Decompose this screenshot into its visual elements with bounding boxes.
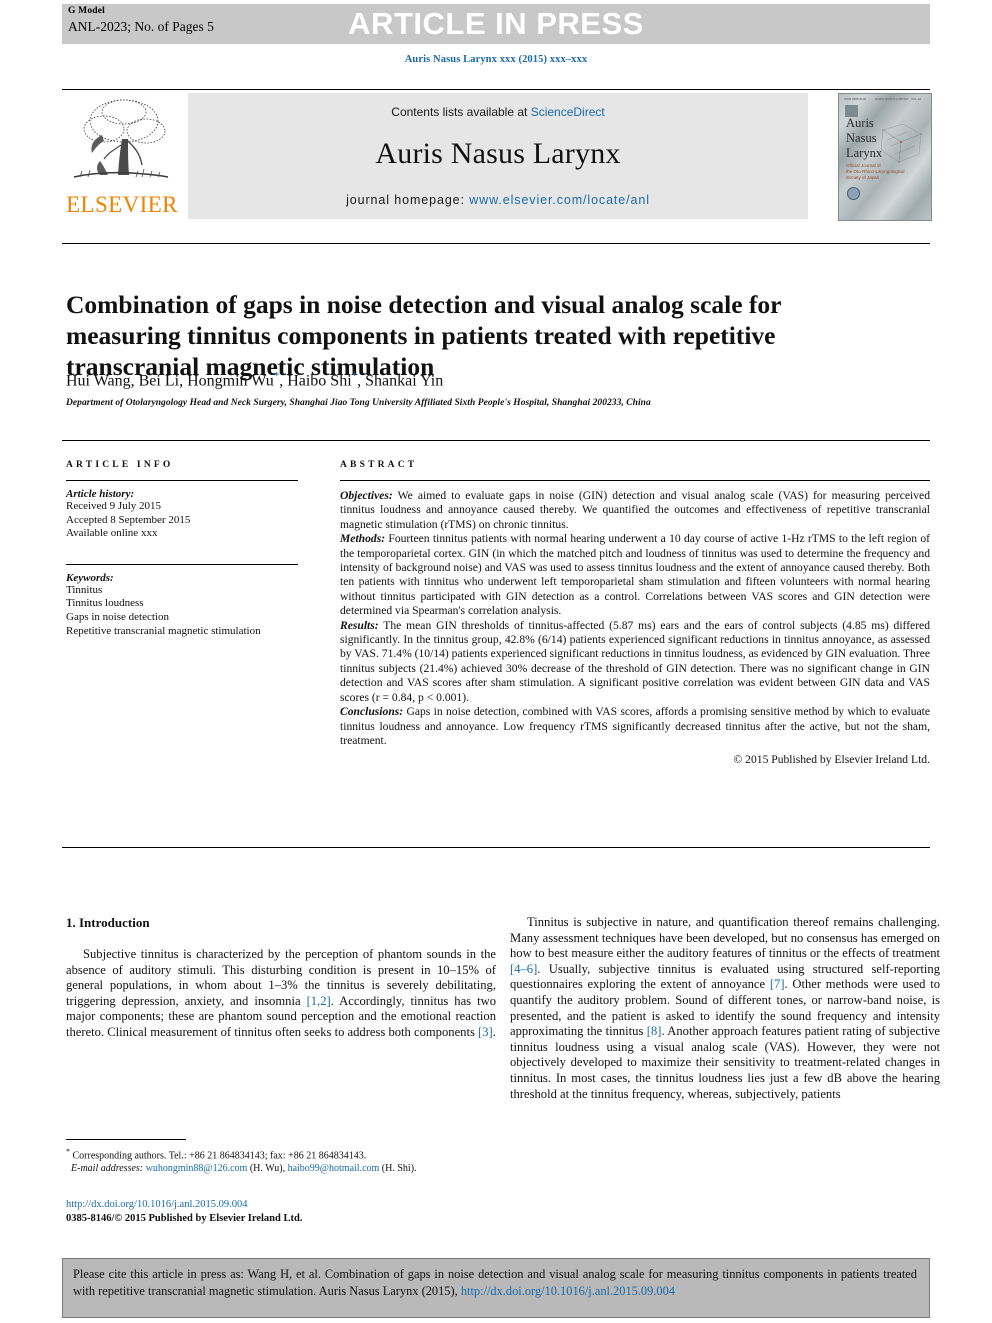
- journal-homepage-line: journal homepage: www.elsevier.com/locat…: [188, 193, 808, 207]
- keyword-item: Gaps in noise detection: [66, 610, 169, 623]
- keywords-label: Keywords:: [66, 571, 114, 584]
- article-info-divider-1: [66, 480, 298, 481]
- keyword-item: Tinnitus loudness: [66, 597, 144, 610]
- elsevier-logo: ELSEVIER: [62, 93, 180, 219]
- affiliation: Department of Otolaryngology Head and Ne…: [66, 398, 651, 408]
- abstract-conclusions-label: Conclusions:: [340, 705, 404, 719]
- homepage-url[interactable]: www.elsevier.com/locate/anl: [469, 193, 650, 207]
- abstract-objectives: Objectives: We aimed to evaluate gaps in…: [340, 489, 930, 532]
- article-id-label: ANL-2023; No. of Pages 5: [68, 19, 214, 34]
- section-heading-introduction: 1. Introduction: [66, 915, 150, 930]
- page-title: Combination of gaps in noise detection a…: [66, 290, 782, 382]
- intro-paragraph-right: Tinnitus is subjective in nature, and qu…: [510, 915, 940, 1102]
- masthead-top-rule: [62, 89, 930, 90]
- doi-block: http://dx.doi.org/10.1016/j.anl.2015.09.…: [66, 1198, 496, 1225]
- cover-journal-title: Auris Nasus Larynx: [846, 116, 883, 160]
- abstract-methods-text: Fourteen tinnitus patients with normal h…: [340, 532, 930, 618]
- g-model-label: G Model: [68, 6, 106, 16]
- contents-prefix: Contents lists available at: [391, 105, 531, 119]
- abstract-results-text: The mean GIN thresholds of tinnitus-affe…: [340, 618, 930, 704]
- intro-paragraph-left: Subjective tinnitus is characterized by …: [66, 947, 496, 1041]
- article-history-label: Article history:: [66, 488, 135, 500]
- cover-topbar: ISSN 0385-8146 AURIS NASUS LARYNX VOL 42: [844, 97, 922, 101]
- abstract-results-label: Results:: [340, 618, 379, 632]
- citation-ref[interactable]: [1,2]: [307, 994, 331, 1008]
- cover-society-seal: [847, 187, 860, 200]
- abstract-block-top-rule: [62, 440, 930, 441]
- cite-this-article-box: Please cite this article in press as: Wa…: [62, 1258, 930, 1318]
- abstract-heading: ABSTRACT: [340, 460, 418, 470]
- abstract-methods-label: Methods:: [340, 532, 386, 546]
- issn-copyright-line: 0385-8146/© 2015 Published by Elsevier I…: [66, 1212, 303, 1224]
- contents-line: Contents lists available at ScienceDirec…: [188, 105, 808, 119]
- footnote-rule: [66, 1139, 186, 1140]
- article-info-divider-2: [66, 563, 298, 565]
- footnote-email-label: E-mail addresses:: [71, 1163, 144, 1175]
- intro-left-text-c: .: [492, 1024, 496, 1039]
- footnote-email-1-owner: (H. Wu),: [247, 1163, 288, 1175]
- article-info-column: ARTICLE INFO Article history: Received 9…: [66, 460, 316, 638]
- journal-masthead: ELSEVIER Contents lists available at Sci…: [62, 93, 932, 221]
- abstract-conclusions: Conclusions: Gaps in noise detection, co…: [340, 705, 930, 748]
- article-history-received: Received 9 July 2015: [66, 500, 162, 512]
- email-link-shi[interactable]: haibo99@hotmail.com: [288, 1163, 380, 1174]
- footnote-block: * Corresponding authors. Tel.: +86 21 86…: [66, 1145, 496, 1175]
- body-column-left: 1. Introduction Subjective tinnitus is c…: [66, 915, 496, 1041]
- keyword-item: Repetitive transcranial magnetic stimula…: [66, 624, 261, 637]
- author-list: Hui Wang, Bei Li, Hongmin Wu*, Haibo Shi…: [66, 370, 846, 390]
- journal-reference: Auris Nasus Larynx xxx (2015) xxx–xxx: [404, 54, 588, 65]
- intro-right-text-a: Tinnitus is subjective in nature, and qu…: [510, 915, 940, 961]
- abstract-divider: [340, 480, 930, 481]
- citation-ref[interactable]: [4–6]: [510, 962, 537, 976]
- footnote-corresponding: Corresponding authors. Tel.: +86 21 8648…: [72, 1150, 367, 1162]
- masthead-panel: Contents lists available at ScienceDirec…: [188, 93, 808, 219]
- citation-ref[interactable]: [3]: [478, 1025, 493, 1039]
- abstract-conclusions-text: Gaps in noise detection, combined with V…: [340, 705, 930, 747]
- footnote-star-marker: *: [66, 1147, 70, 1156]
- journal-title: Auris Nasus Larynx: [375, 137, 621, 170]
- cover-journal-subtitle: Official Journal of the Oto-Rhino-Laryngo…: [846, 163, 905, 180]
- email-link-wu[interactable]: wuhongmin88@126.com: [146, 1163, 248, 1174]
- abstract-objectives-text: We aimed to evaluate gaps in noise (GIN)…: [340, 489, 930, 531]
- article-history-online: Available online xxx: [66, 527, 158, 540]
- abstract-methods: Methods: Fourteen tinnitus patients with…: [340, 532, 930, 618]
- article-info-heading: ARTICLE INFO: [66, 460, 174, 470]
- citation-ref[interactable]: [7]: [770, 977, 785, 991]
- homepage-label: journal homepage:: [346, 193, 470, 207]
- elsevier-wordmark: ELSEVIER: [66, 192, 178, 217]
- doi-link[interactable]: http://dx.doi.org/10.1016/j.anl.2015.09.…: [66, 1198, 496, 1212]
- authors-part-3: , Shankai Yin: [357, 372, 444, 390]
- elsevier-tree-icon: [72, 95, 170, 191]
- abstract-block-bottom-rule: [62, 847, 930, 848]
- body-column-right: Tinnitus is subjective in nature, and qu…: [510, 915, 940, 1102]
- abstract-objectives-label: Objectives:: [340, 489, 393, 502]
- authors-part-1: Hui Wang, Bei Li, Hongmin Wu: [66, 372, 274, 390]
- keyword-item: Tinnitus: [66, 583, 103, 596]
- article-history-accepted: Accepted 8 September 2015: [66, 513, 191, 526]
- abstract-copyright: © 2015 Published by Elsevier Ireland Ltd…: [733, 753, 930, 767]
- journal-cover-thumbnail: ISSN 0385-8146 AURIS NASUS LARYNX VOL 42…: [838, 93, 932, 221]
- cite-doi-link[interactable]: http://dx.doi.org/10.1016/j.anl.2015.09.…: [461, 1284, 675, 1298]
- abstract-results: Results: The mean GIN thresholds of tinn…: [340, 619, 930, 705]
- citation-ref[interactable]: [8]: [647, 1024, 662, 1038]
- sciencedirect-link[interactable]: ScienceDirect: [531, 105, 605, 119]
- cite-text: Please cite this article in press as: Wa…: [73, 1266, 917, 1299]
- authors-part-2: , Haibo Shi: [279, 372, 352, 390]
- footnote-email-2-owner: (H. Shi).: [379, 1163, 417, 1175]
- paper-page: ARTICLE IN PRESS G Model ANL-2023; No. o…: [0, 0, 992, 1323]
- title-top-rule: [62, 243, 930, 244]
- abstract-column: ABSTRACT Objectives: We aimed to evaluat…: [340, 460, 930, 766]
